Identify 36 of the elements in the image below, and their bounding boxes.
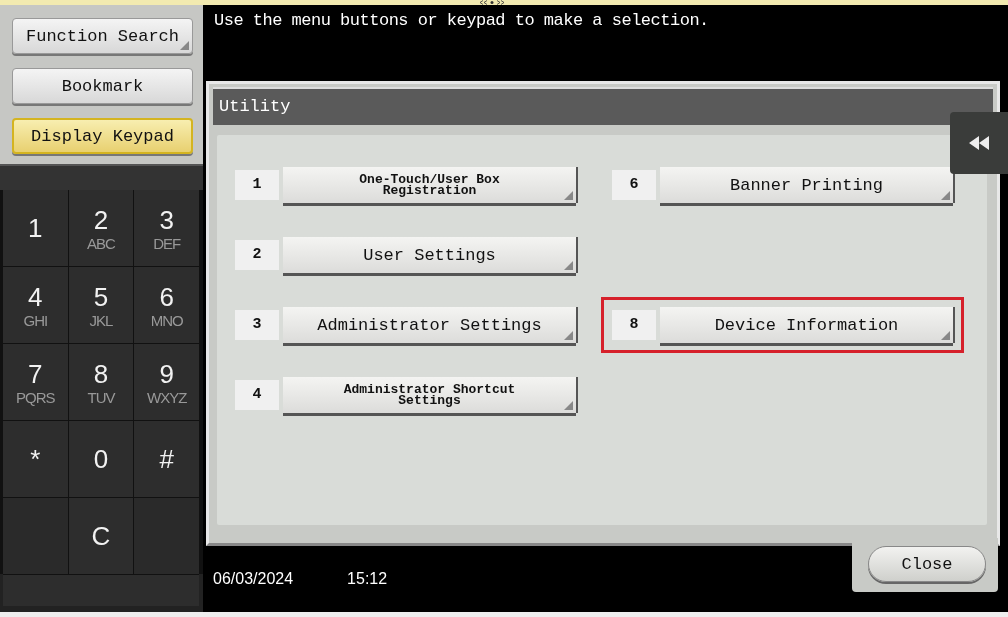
menu-number: 1 (235, 170, 279, 200)
keypad-key[interactable]: 6 MNO (134, 267, 199, 343)
keypad-key[interactable]: 5 JKL (68, 267, 134, 343)
close-button[interactable]: Close (868, 546, 986, 582)
keypad-key[interactable]: 7 PQRS (3, 344, 68, 420)
keypad-key[interactable]: 8 TUV (68, 344, 134, 420)
panel-title: Utility (213, 87, 993, 125)
status-time: 15:12 (347, 570, 388, 588)
collapse-button[interactable] (950, 112, 1008, 174)
keypad-key[interactable]: C (68, 498, 134, 574)
menu-button[interactable]: One-Touch/User Box Registration (283, 167, 576, 203)
instruction-message: Use the menu buttons or keypad to make a selection. (213, 10, 710, 32)
menu-number: 4 (235, 380, 279, 410)
keypad-key[interactable]: * (3, 421, 68, 497)
keypad-key[interactable]: 9 WXYZ (134, 344, 199, 420)
menu-number: 6 (612, 170, 656, 200)
keypad-key[interactable]: 2 ABC (68, 190, 134, 266)
side-button[interactable]: Bookmark (12, 68, 193, 104)
menu-number: 2 (235, 240, 279, 270)
menu-button[interactable]: Administrator Shortcut Settings (283, 377, 576, 413)
menu-button[interactable]: Administrator Settings (283, 307, 576, 343)
double-left-arrow-icon (969, 136, 989, 150)
status-date: 06/03/2024 (213, 570, 294, 588)
handle-icon[interactable] (479, 0, 505, 5)
side-button[interactable]: Function Search (12, 18, 193, 54)
menu-number: 3 (235, 310, 279, 340)
menu-button[interactable]: Banner Printing (660, 167, 953, 203)
keypad-key[interactable]: 1 (3, 190, 68, 266)
menu-number: 8 (612, 310, 656, 340)
keypad-key[interactable]: # (134, 421, 199, 497)
side-button[interactable]: Display Keypad (12, 118, 193, 154)
keypad-key[interactable]: 0 (68, 421, 134, 497)
keypad-key[interactable]: 3 DEF (134, 190, 199, 266)
keypad-key[interactable]: 4 GHI (3, 267, 68, 343)
menu-button[interactable]: User Settings (283, 237, 576, 273)
menu-button[interactable]: Device Information (660, 307, 953, 343)
